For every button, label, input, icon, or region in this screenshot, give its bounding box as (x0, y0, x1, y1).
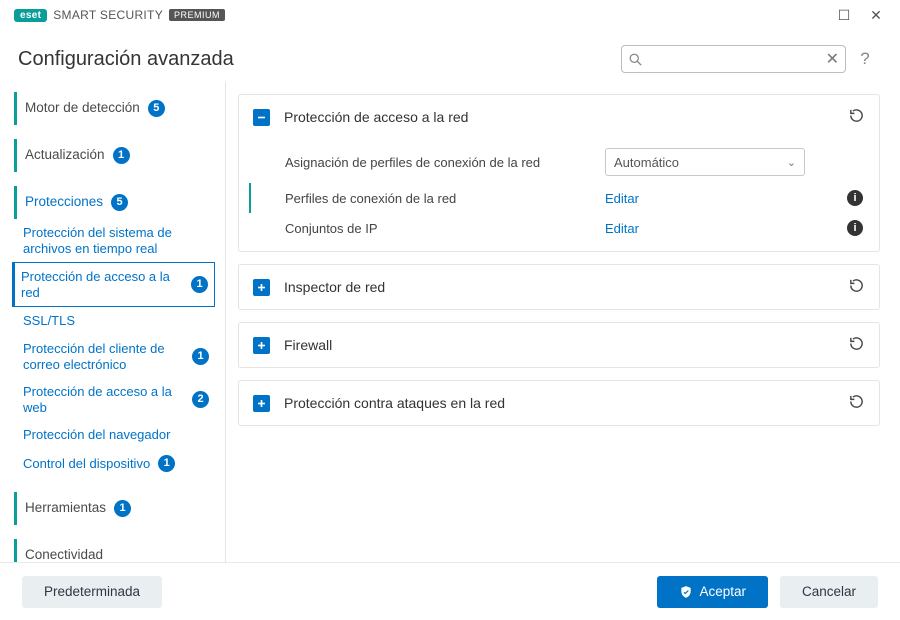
collapse-icon (253, 109, 270, 126)
content: Protección de acceso a la red Asignación… (226, 82, 900, 562)
sidebar-item-label: Control del dispositivo (23, 456, 150, 472)
sidebar-item-label: Protecciones (25, 194, 103, 210)
setting-label: Asignación de perfiles de conexión de la… (285, 155, 605, 170)
title-bar: eset SMART SECURITY PREMIUM ☐ ✕ (0, 0, 900, 30)
reset-icon[interactable] (848, 393, 865, 413)
brand: eset SMART SECURITY PREMIUM (14, 8, 225, 22)
sidebar-badge: 5 (148, 100, 165, 117)
sidebar-item-label: Protección de acceso a la web (23, 384, 184, 415)
panel-header-network-access[interactable]: Protección de acceso a la red (239, 95, 879, 139)
sidebar-item-label: Conectividad (25, 547, 103, 562)
panel-network-inspector: Inspector de red (238, 264, 880, 310)
info-icon[interactable]: i (847, 220, 863, 236)
search-area: ✕ ? (621, 45, 874, 73)
sidebar-item-mail[interactable]: Protección del cliente de correo electró… (14, 335, 215, 378)
setting-label: Perfiles de conexión de la red (285, 191, 605, 206)
search-field[interactable] (643, 52, 826, 67)
maximize-button[interactable]: ☐ (830, 4, 858, 26)
expand-icon (253, 395, 270, 412)
help-button[interactable]: ? (856, 49, 874, 69)
sidebar-badge: 1 (192, 348, 209, 365)
panel-header-firewall[interactable]: Firewall (239, 323, 879, 367)
reset-icon[interactable] (848, 277, 865, 297)
cancel-button[interactable]: Cancelar (780, 576, 878, 608)
info-icon[interactable]: i (847, 190, 863, 206)
page-title: Configuración avanzada (18, 48, 234, 71)
sidebar-badge: 1 (158, 455, 175, 472)
sidebar-item-tools[interactable]: Herramientas 1 (14, 492, 215, 525)
sidebar-item-label: Herramientas (25, 500, 106, 516)
panel-title: Protección de acceso a la red (284, 109, 468, 125)
sidebar-badge: 1 (114, 500, 131, 517)
reset-icon[interactable] (848, 107, 865, 127)
header: Configuración avanzada ✕ ? (0, 30, 900, 82)
footer: Predeterminada Aceptar Cancelar (0, 562, 900, 620)
sidebar-item-browser[interactable]: Protección del navegador (14, 421, 215, 449)
reset-icon[interactable] (848, 335, 865, 355)
shield-check-icon (679, 585, 693, 599)
edit-ipsets-link[interactable]: Editar (605, 221, 639, 236)
sidebar-item-label: SSL/TLS (23, 313, 75, 329)
sidebar-item-update[interactable]: Actualización 1 (14, 139, 215, 172)
sidebar-item-detection-engine[interactable]: Motor de detección 5 (14, 92, 215, 125)
setting-profile-assignment: Asignación de perfiles de conexión de la… (249, 141, 879, 183)
brand-eset-pill: eset (14, 9, 47, 22)
brand-edition: PREMIUM (169, 9, 225, 21)
chevron-down-icon: ⌄ (787, 156, 796, 169)
expand-icon (253, 279, 270, 296)
setting-label: Conjuntos de IP (285, 221, 605, 236)
sidebar-item-label: Motor de detección (25, 100, 140, 116)
search-icon (628, 52, 643, 67)
panel-network-attacks: Protección contra ataques en la red (238, 380, 880, 426)
sidebar-item-web-access[interactable]: Protección de acceso a la web 2 (14, 378, 215, 421)
sidebar-item-ssl-tls[interactable]: SSL/TLS (14, 307, 215, 335)
sidebar-badge: 1 (191, 276, 208, 293)
sidebar-item-connectivity[interactable]: Conectividad (14, 539, 215, 562)
sidebar-item-label: Protección del sistema de archivos en ti… (23, 225, 209, 256)
panel-firewall: Firewall (238, 322, 880, 368)
search-input[interactable]: ✕ (621, 45, 846, 73)
sidebar-item-device-control[interactable]: Control del dispositivo 1 (14, 449, 215, 478)
default-button[interactable]: Predeterminada (22, 576, 162, 608)
sidebar-badge: 5 (111, 194, 128, 211)
brand-product: SMART SECURITY (53, 8, 163, 22)
sidebar-badge: 1 (113, 147, 130, 164)
sidebar-badge: 2 (192, 391, 209, 408)
expand-icon (253, 337, 270, 354)
panel-title: Firewall (284, 337, 332, 353)
panel-header-network-attacks[interactable]: Protección contra ataques en la red (239, 381, 879, 425)
close-button[interactable]: ✕ (862, 4, 890, 26)
panel-title: Inspector de red (284, 279, 385, 295)
sidebar-item-rtfs[interactable]: Protección del sistema de archivos en ti… (14, 219, 215, 262)
accept-label: Aceptar (699, 584, 746, 599)
setting-ip-sets: Conjuntos de IP Editar i (249, 213, 879, 243)
sidebar-item-protections[interactable]: Protecciones 5 (14, 186, 215, 219)
sidebar-item-label: Protección del navegador (23, 427, 170, 443)
profile-assignment-dropdown[interactable]: Automático ⌄ (605, 148, 805, 176)
accept-button[interactable]: Aceptar (657, 576, 768, 608)
clear-search-icon[interactable]: ✕ (826, 49, 839, 69)
panel-network-access: Protección de acceso a la red Asignación… (238, 94, 880, 252)
sidebar-item-label: Actualización (25, 147, 105, 163)
setting-connection-profiles: Perfiles de conexión de la red Editar i (249, 183, 879, 213)
window-controls: ☐ ✕ (830, 4, 890, 26)
panel-body: Asignación de perfiles de conexión de la… (239, 139, 879, 251)
dropdown-value: Automático (614, 155, 679, 170)
sidebar-item-label: Protección de acceso a la red (21, 269, 183, 300)
body: Motor de detección 5 Actualización 1 Pro… (0, 82, 900, 562)
panel-title: Protección contra ataques en la red (284, 395, 505, 411)
sidebar-item-label: Protección del cliente de correo electró… (23, 341, 184, 372)
sidebar-item-network-access[interactable]: Protección de acceso a la red 1 (12, 262, 215, 307)
panel-header-network-inspector[interactable]: Inspector de red (239, 265, 879, 309)
edit-profiles-link[interactable]: Editar (605, 191, 639, 206)
sidebar: Motor de detección 5 Actualización 1 Pro… (0, 82, 226, 562)
